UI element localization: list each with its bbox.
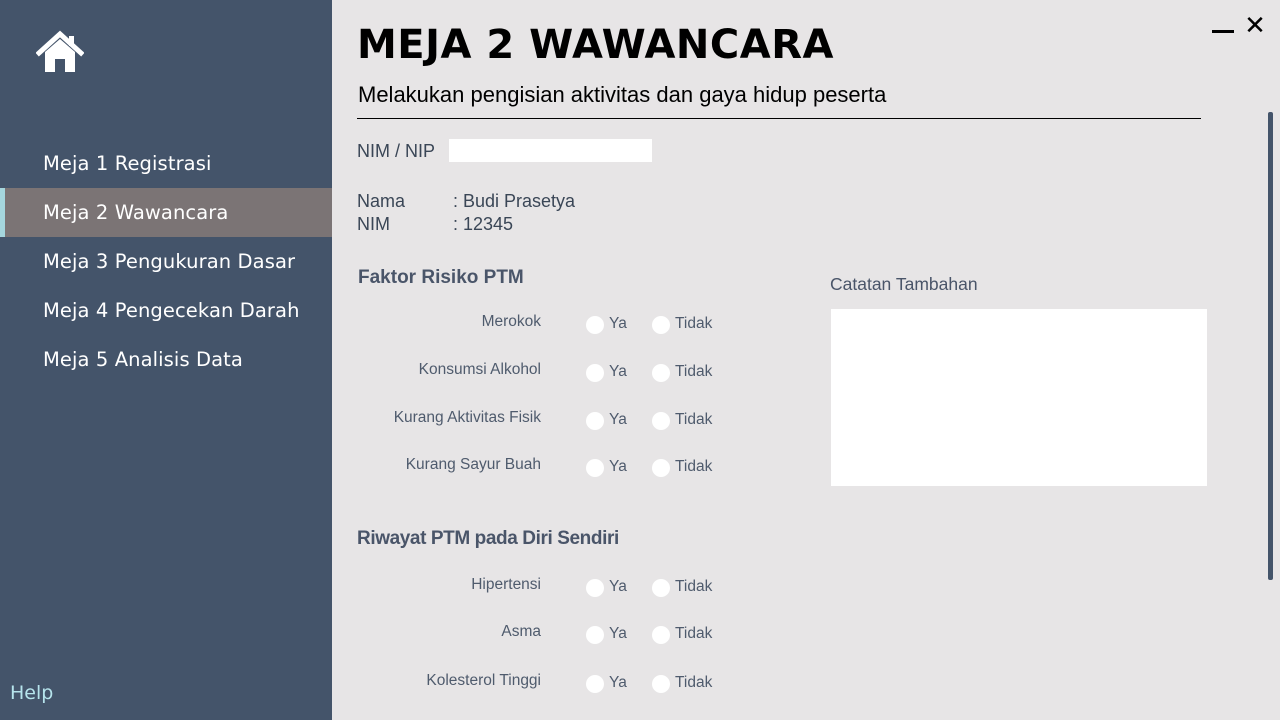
option-label: Ya xyxy=(609,578,627,595)
option-label: Tidak xyxy=(675,458,713,475)
sidebar-item-meja-3[interactable]: Meja 3 Pengukuran Dasar xyxy=(0,237,332,286)
option-label: Ya xyxy=(609,458,627,475)
option-label: Ya xyxy=(609,674,627,691)
question-row-merokok: Merokok Ya Tidak xyxy=(340,313,760,337)
nim-info-label: NIM xyxy=(357,214,390,234)
page-subtitle: Melakukan pengisian aktivitas dan gaya h… xyxy=(358,82,887,107)
question-row-sayur-buah: Kurang Sayur Buah Ya Tidak xyxy=(340,456,760,480)
minimize-button[interactable] xyxy=(1212,16,1234,38)
close-button[interactable]: ✕ xyxy=(1244,12,1266,38)
radio-circle[interactable] xyxy=(652,459,670,477)
option-label: Tidak xyxy=(675,315,713,332)
option-label: Ya xyxy=(609,315,627,332)
question-label: Kolesterol Tinggi xyxy=(426,672,541,689)
radio-circle[interactable] xyxy=(652,675,670,693)
question-label: Kurang Aktivitas Fisik xyxy=(393,409,541,426)
question-row-alkohol: Konsumsi Alkohol Ya Tidak xyxy=(340,361,760,385)
radio-circle[interactable] xyxy=(652,579,670,597)
option-label: Tidak xyxy=(675,363,713,380)
question-label: Konsumsi Alkohol xyxy=(418,361,541,378)
radio-circle[interactable] xyxy=(586,675,604,693)
radio-circle[interactable] xyxy=(652,412,670,430)
home-icon xyxy=(35,30,85,72)
sidebar-item-meja-5[interactable]: Meja 5 Analisis Data xyxy=(0,335,332,384)
notes-textarea[interactable] xyxy=(831,309,1207,486)
question-row-aktivitas-fisik: Kurang Aktivitas Fisik Ya Tidak xyxy=(340,409,760,433)
notes-label: Catatan Tambahan xyxy=(830,274,978,294)
radio-circle[interactable] xyxy=(586,364,604,382)
radio-circle[interactable] xyxy=(586,412,604,430)
header-divider xyxy=(357,118,1201,119)
faktor-risiko-title: Faktor Risiko PTM xyxy=(358,267,524,288)
option-label: Ya xyxy=(609,411,627,428)
radio-circle[interactable] xyxy=(586,579,604,597)
option-label: Ya xyxy=(609,625,627,642)
nama-label: Nama xyxy=(357,191,406,211)
option-label: Tidak xyxy=(675,625,713,642)
question-label: Merokok xyxy=(481,313,541,330)
radio-circle[interactable] xyxy=(586,626,604,644)
home-button[interactable] xyxy=(35,30,85,74)
nama-value: : Budi Prasetya xyxy=(453,191,576,211)
question-label: Asma xyxy=(501,623,541,640)
sidebar: Meja 1 Registrasi Meja 2 Wawancara Meja … xyxy=(0,0,332,720)
question-label: Kurang Sayur Buah xyxy=(405,456,541,473)
question-row-asma: Asma Ya Tidak xyxy=(340,623,760,647)
radio-circle[interactable] xyxy=(652,364,670,382)
sidebar-item-meja-4[interactable]: Meja 4 Pengecekan Darah xyxy=(0,286,332,335)
nim-label: NIM / NIP xyxy=(357,141,436,161)
radio-circle[interactable] xyxy=(586,316,604,334)
option-label: Ya xyxy=(609,363,627,380)
sidebar-item-meja-1[interactable]: Meja 1 Registrasi xyxy=(0,139,332,188)
nim-info-value: : 12345 xyxy=(453,214,514,234)
vertical-scrollbar[interactable] xyxy=(1268,112,1273,580)
sidebar-item-meja-2[interactable]: Meja 2 Wawancara xyxy=(0,188,332,237)
option-label: Tidak xyxy=(675,674,713,691)
question-label: Hipertensi xyxy=(471,576,541,593)
sidebar-nav: Meja 1 Registrasi Meja 2 Wawancara Meja … xyxy=(0,139,332,384)
option-label: Tidak xyxy=(675,411,713,428)
page-title: MEJA 2 WAWANCARA xyxy=(357,22,834,68)
radio-circle[interactable] xyxy=(652,626,670,644)
close-icon: ✕ xyxy=(1244,10,1266,40)
radio-circle[interactable] xyxy=(652,316,670,334)
question-row-kolesterol: Kolesterol Tinggi Ya Tidak xyxy=(340,672,760,696)
option-label: Tidak xyxy=(675,578,713,595)
help-link[interactable]: Help xyxy=(10,682,53,704)
question-row-hipertensi: Hipertensi Ya Tidak xyxy=(340,576,760,600)
riwayat-ptm-title: Riwayat PTM pada Diri Sendiri xyxy=(357,528,619,549)
radio-circle[interactable] xyxy=(586,459,604,477)
nim-input[interactable] xyxy=(449,139,652,162)
